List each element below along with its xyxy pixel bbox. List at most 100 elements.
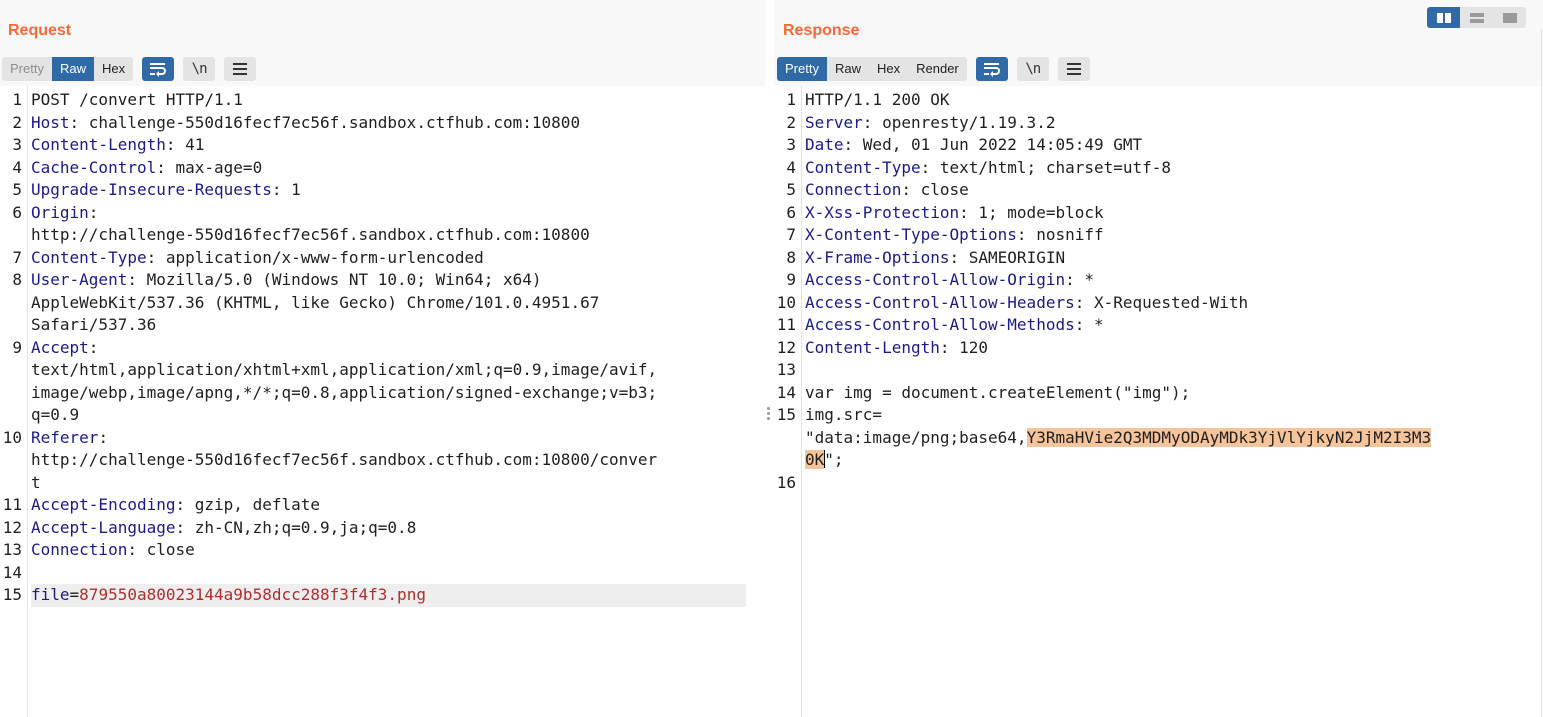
- code-line: 12 Content-Length: 120: [774, 337, 1543, 360]
- line-text[interactable]: POST /convert HTTP/1.1: [31, 89, 746, 112]
- line-number: 15: [2, 585, 22, 604]
- line-number: 10: [2, 427, 22, 447]
- line-text[interactable]: Access-Control-Allow-Headers: X-Requeste…: [805, 292, 1521, 315]
- line-text[interactable]: Accept: text/html,application/xhtml+xml,…: [31, 337, 746, 427]
- code-line: 2 Server: openresty/1.19.3.2: [774, 112, 1543, 135]
- line-text[interactable]: var img = document.createElement("img");: [805, 382, 1521, 405]
- code-line: 10 Referer: http://challenge-550d16fecf7e…: [0, 427, 765, 495]
- request-wrap-lines-button[interactable]: [142, 56, 175, 81]
- request-code: 1 POST /convert HTTP/1.1 2 Host: challenge-…: [0, 89, 765, 607]
- line-text[interactable]: Content-Type: text/html; charset=utf-8: [805, 157, 1521, 180]
- line-text[interactable]: img.src= "data:image/png;base64,Y3RmaHVi…: [805, 404, 1521, 472]
- header-name: Cache-Control: [31, 157, 157, 177]
- line-number: 3: [786, 135, 796, 154]
- line-number: 5: [786, 180, 796, 199]
- line-number: 3: [12, 135, 22, 154]
- line-number: 6: [12, 202, 22, 222]
- line-text[interactable]: X-Content-Type-Options: nosniff: [805, 224, 1521, 247]
- line-text[interactable]: Connection: close: [805, 179, 1521, 202]
- menu-icon: [1066, 62, 1081, 75]
- line-segment: var img = document.createElement("img");: [805, 382, 1191, 402]
- line-text[interactable]: Content-Type: application/x-www-form-url…: [31, 247, 746, 270]
- code-line: 5 Connection: close: [774, 179, 1543, 202]
- response-tab-hex[interactable]: Hex: [869, 57, 908, 81]
- line-number: 14: [776, 382, 796, 402]
- request-toolbar: Pretty Raw Hex \n: [2, 56, 257, 81]
- response-code: 1 HTTP/1.1 200 OK 2 Server: openresty/1.19.…: [774, 89, 1543, 494]
- line-text[interactable]: Access-Control-Allow-Origin: *: [805, 269, 1521, 292]
- response-tab-pretty[interactable]: Pretty: [777, 56, 827, 81]
- layout-single-pane-button[interactable]: [1493, 7, 1526, 28]
- request-tab-pretty[interactable]: Pretty: [2, 57, 52, 81]
- line-text[interactable]: X-Frame-Options: SAMEORIGIN: [805, 247, 1521, 270]
- code-line: 12 Accept-Language: zh-CN,zh;q=0.9,ja;q=0…: [0, 517, 765, 540]
- response-title: Response: [783, 22, 860, 39]
- line-segment: ";: [824, 450, 844, 469]
- pane-divider-handle[interactable]: [764, 405, 772, 427]
- line-text[interactable]: Access-Control-Allow-Methods: *: [805, 314, 1521, 337]
- wrap-lines-icon: [150, 62, 167, 77]
- header-name: Access-Control-Allow-Methods: [805, 315, 1075, 334]
- line-text[interactable]: [805, 359, 1521, 382]
- request-editor[interactable]: 1 POST /convert HTTP/1.1 2 Host: challenge-…: [0, 86, 765, 717]
- header-name: Access-Control-Allow-Headers: [805, 292, 1075, 312]
- line-text[interactable]: X-Xss-Protection: 1; mode=block: [805, 202, 1521, 225]
- line-text[interactable]: Content-Length: 120: [805, 337, 1521, 360]
- request-menu-button[interactable]: [224, 56, 257, 81]
- line-text[interactable]: Origin: http://challenge-550d16fecf7ec56…: [31, 202, 746, 247]
- line-number: 11: [776, 315, 796, 334]
- response-tab-render[interactable]: Render: [908, 57, 967, 81]
- response-wrap-lines-button[interactable]: [975, 56, 1008, 81]
- line-segment: : X-Requested-With: [1074, 292, 1249, 312]
- line-segment: : nosniff: [1016, 225, 1104, 244]
- request-view-tabs: Pretty Raw Hex: [2, 56, 134, 81]
- line-number: 2: [12, 112, 22, 132]
- line-number: 9: [12, 337, 22, 357]
- line-text[interactable]: Cache-Control: max-age=0: [31, 157, 746, 180]
- line-segment: : http://challenge-550d16fecf7ec56f.sand…: [31, 202, 590, 245]
- line-number: 7: [12, 247, 22, 267]
- line-number: 13: [776, 360, 796, 379]
- line-text[interactable]: Content-Length: 41: [31, 134, 746, 157]
- response-tab-raw[interactable]: Raw: [827, 57, 869, 81]
- code-line: 8 X-Frame-Options: SAMEORIGIN: [774, 247, 1543, 270]
- line-text[interactable]: Referer: http://challenge-550d16fecf7ec5…: [31, 427, 746, 495]
- line-number: 9: [786, 270, 796, 289]
- line-text[interactable]: [31, 562, 746, 585]
- request-tab-hex[interactable]: Hex: [94, 57, 133, 81]
- line-segment: : text/html,application/xhtml+xml,applic…: [31, 337, 658, 425]
- line-number: 12: [2, 517, 22, 537]
- response-show-newlines-button[interactable]: \n: [1016, 56, 1049, 81]
- line-text[interactable]: Upgrade-Insecure-Requests: 1: [31, 179, 746, 202]
- header-name: X-Xss-Protection: [805, 202, 960, 222]
- header-name: Access-Control-Allow-Origin: [805, 270, 1066, 289]
- header-name: Connection: [805, 180, 902, 199]
- line-text[interactable]: Server: openresty/1.19.3.2: [805, 112, 1521, 135]
- line-text[interactable]: file=879550a80023144a9b58dcc288f3f4f3.pn…: [31, 584, 746, 607]
- line-text[interactable]: Host: challenge-550d16fecf7ec56f.sandbox…: [31, 112, 746, 135]
- code-line: 16: [774, 472, 1543, 495]
- line-text[interactable]: [805, 472, 1521, 495]
- line-text[interactable]: Accept-Encoding: gzip, deflate: [31, 494, 746, 517]
- header-name: Accept-Language: [31, 517, 176, 537]
- request-title: Request: [8, 22, 72, 39]
- line-text[interactable]: Date: Wed, 01 Jun 2022 14:05:49 GMT: [805, 134, 1521, 157]
- line-number: 2: [786, 112, 796, 132]
- code-line: 3 Date: Wed, 01 Jun 2022 14:05:49 GMT: [774, 134, 1543, 157]
- line-number: 16: [776, 472, 796, 492]
- response-menu-button[interactable]: [1057, 56, 1090, 81]
- line-segment: : text/html; charset=utf-8: [920, 157, 1172, 177]
- line-text[interactable]: Connection: close: [31, 539, 746, 562]
- line-segment: : 1: [271, 180, 301, 199]
- request-tab-raw[interactable]: Raw: [51, 56, 94, 81]
- layout-split-vertical-button[interactable]: [1460, 7, 1493, 28]
- line-text[interactable]: User-Agent: Mozilla/5.0 (Windows NT 10.0…: [31, 269, 746, 337]
- code-line: 14: [0, 562, 765, 585]
- request-header: Request Pretty Raw Hex \n: [0, 0, 765, 86]
- response-editor[interactable]: 1 HTTP/1.1 200 OK 2 Server: openresty/1.19.…: [774, 86, 1543, 717]
- request-show-newlines-button[interactable]: \n: [183, 56, 216, 81]
- code-line: 7 X-Content-Type-Options: nosniff: [774, 224, 1543, 247]
- line-text[interactable]: Accept-Language: zh-CN,zh;q=0.9,ja;q=0.8: [31, 517, 746, 540]
- line-text[interactable]: HTTP/1.1 200 OK: [805, 89, 1521, 112]
- layout-split-horizontal-button[interactable]: [1427, 7, 1460, 28]
